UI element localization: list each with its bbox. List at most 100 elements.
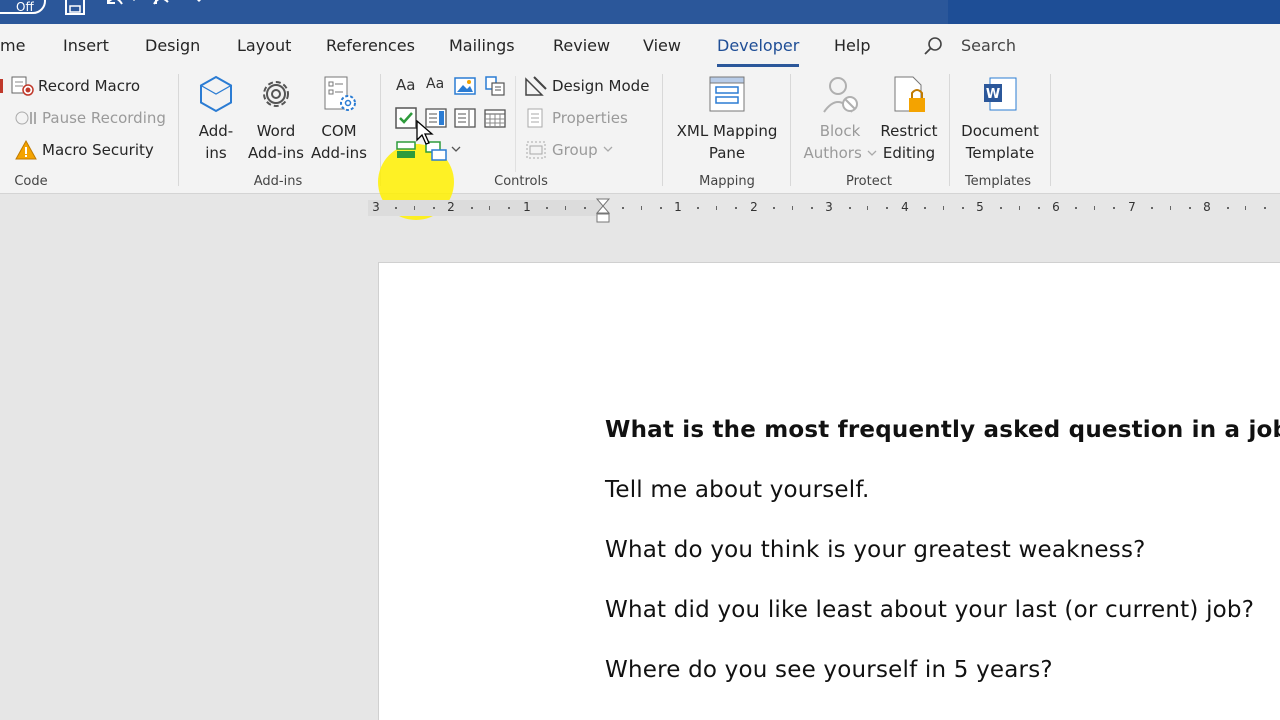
ruler-tick: [583, 207, 586, 209]
document-page[interactable]: What is the most frequently asked questi…: [378, 262, 1280, 720]
checkbox-control-icon[interactable]: [394, 106, 418, 130]
group-label-controls: Controls: [494, 174, 548, 189]
indent-marker-icon[interactable]: [596, 198, 610, 224]
tab-home[interactable]: me: [0, 36, 25, 55]
redo-icon[interactable]: [150, 0, 172, 16]
pause-icon: [15, 111, 36, 125]
pause-recording-button[interactable]: Pause Recording: [14, 105, 166, 131]
plain-text-control-button[interactable]: Aa: [426, 76, 444, 92]
word-addins-button[interactable]: Word Add-ins: [246, 74, 306, 164]
com-addins-icon: [324, 76, 356, 111]
ruler-tick: [640, 206, 642, 210]
ruler-tick: [961, 207, 964, 209]
ruler-number: 3: [372, 200, 380, 214]
search-icon: [924, 37, 942, 55]
design-mode-button[interactable]: Design Mode: [524, 73, 649, 99]
block-authors-dropdown: Authors: [800, 142, 880, 164]
search-box[interactable]: Search: [922, 34, 1042, 58]
ruler-number: 1: [674, 200, 682, 214]
tab-references[interactable]: References: [326, 36, 415, 55]
group-label-code: Code: [14, 174, 48, 189]
ruler-number: 2: [447, 200, 455, 214]
document-template-button[interactable]: W Document Template: [958, 74, 1042, 164]
ruler-number: 3: [825, 200, 833, 214]
document-paragraph: What did you like least about your last …: [605, 597, 1255, 623]
tab-help[interactable]: Help: [834, 36, 870, 55]
group-label-mapping: Mapping: [699, 174, 755, 189]
ruler-tick: [943, 206, 944, 210]
ruler-tick: [1094, 206, 1096, 210]
title-bar: Off: [0, 0, 1280, 24]
properties-button[interactable]: Properties: [524, 105, 628, 131]
ruler-tick: [810, 207, 813, 209]
ruler-tick: [1188, 207, 1191, 209]
tab-insert[interactable]: Insert: [63, 36, 109, 55]
ruler-tick: [1264, 207, 1267, 209]
tab-design[interactable]: Design: [145, 36, 200, 55]
undo-icon[interactable]: [104, 0, 126, 16]
date-picker-control-icon[interactable]: [483, 106, 507, 130]
block-authors-button[interactable]: Block Authors: [800, 74, 880, 164]
horizontal-ruler[interactable]: 3 2 1 1 2 3 4 5 6 7 8: [368, 198, 1280, 223]
rich-text-control-button[interactable]: Aa: [396, 76, 415, 94]
ribbon: Record Macro Pause Recording Macro Secur…: [0, 68, 1280, 220]
design-mode-icon: [525, 76, 547, 96]
group-button[interactable]: Group: [524, 137, 618, 163]
ruler-number: 1: [523, 200, 531, 214]
addins-button[interactable]: Add- ins: [190, 74, 242, 164]
ruler-number: 7: [1128, 200, 1136, 214]
document-paragraph: Where do you see yourself in 5 years?: [605, 657, 1053, 683]
chevron-down-icon: [603, 146, 613, 152]
xml-mapping-icon: [709, 76, 745, 112]
mouse-cursor-icon: [416, 120, 434, 145]
ruler-tick: [508, 207, 511, 209]
customize-qat-icon[interactable]: [192, 0, 206, 16]
ruler-number: 4: [901, 200, 909, 214]
repeating-section-control-icon[interactable]: [394, 138, 418, 162]
restrict-editing-button[interactable]: Restrict Editing: [876, 74, 942, 164]
autosave-state: Off: [16, 0, 34, 14]
cutoff-icon: [0, 79, 3, 93]
autosave-toggle[interactable]: Off: [0, 0, 46, 14]
macro-security-button[interactable]: Macro Security: [14, 137, 154, 163]
ruler-number: 6: [1052, 200, 1060, 214]
tab-view[interactable]: View: [643, 36, 681, 55]
separator: [1050, 74, 1051, 186]
building-block-control-icon[interactable]: [483, 74, 507, 98]
group-label-templates: Templates: [964, 174, 1032, 189]
save-icon[interactable]: [64, 0, 86, 16]
tab-mailings[interactable]: Mailings: [449, 36, 515, 55]
lock-document-icon: [894, 76, 925, 112]
undo-dropdown-icon[interactable]: [128, 0, 140, 16]
group-label-protect: Protect: [846, 174, 892, 189]
ruler-tick: [1018, 206, 1020, 210]
ruler-tick: [1037, 207, 1040, 209]
ruler-tick: [1245, 206, 1247, 210]
ruler-tick: [716, 206, 718, 210]
dropdown-list-control-icon[interactable]: [453, 106, 477, 130]
com-addins-button[interactable]: COM Add-ins: [308, 74, 370, 164]
document-paragraph: What do you think is your greatest weakn…: [605, 537, 1146, 563]
ruler-tick: [735, 207, 738, 209]
tab-layout[interactable]: Layout: [237, 36, 291, 55]
ruler-number: 8: [1203, 200, 1211, 214]
ruler-tick: [565, 206, 566, 210]
tab-developer[interactable]: Developer: [717, 36, 800, 67]
picture-control-icon[interactable]: [453, 74, 477, 98]
record-macro-button[interactable]: Record Macro: [0, 73, 140, 99]
svg-text:W: W: [986, 87, 1000, 102]
word-template-icon: W: [984, 77, 1017, 111]
ruler-tick: [886, 207, 889, 209]
chevron-down-icon[interactable]: [451, 146, 461, 154]
ruler-tick: [621, 207, 624, 209]
group-label-addins: Add-ins: [253, 174, 303, 189]
tab-review[interactable]: Review: [553, 36, 610, 55]
document-heading: What is the most frequently asked questi…: [605, 417, 1280, 443]
ruler-tick: [848, 207, 851, 209]
ruler-number: 2: [750, 200, 758, 214]
separator: [515, 76, 516, 172]
ruler-number: 5: [976, 200, 984, 214]
ruler-tick: [791, 206, 793, 210]
ruler-tick: [546, 207, 549, 209]
xml-mapping-pane-button[interactable]: XML Mapping Pane: [672, 74, 782, 164]
